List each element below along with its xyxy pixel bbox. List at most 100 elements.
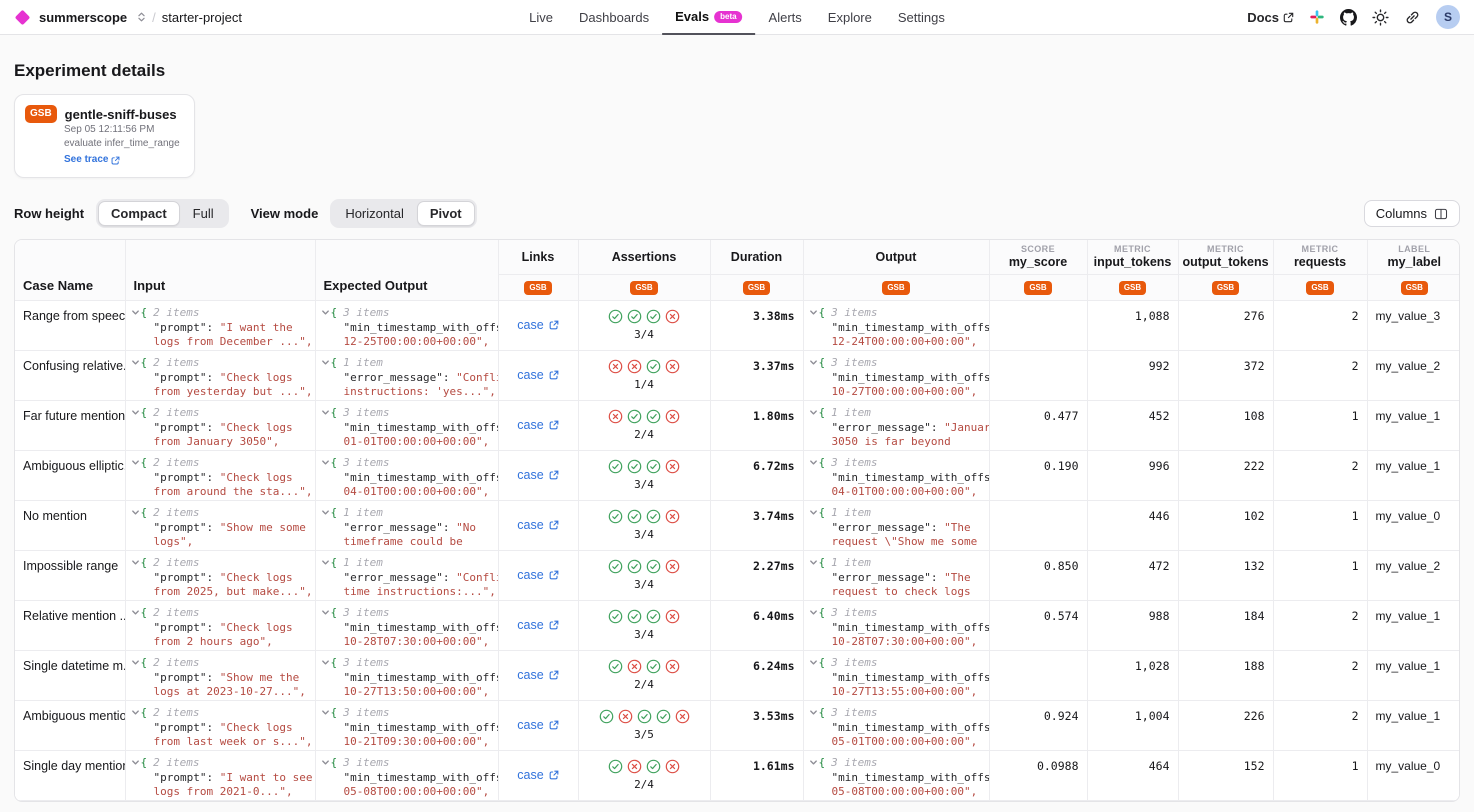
- case-trace-link[interactable]: case: [517, 718, 558, 732]
- json-line: 10-21T09:30:00+00:00",: [344, 735, 498, 749]
- case-trace-link[interactable]: case: [517, 568, 558, 582]
- expand-chevron-icon[interactable]: [809, 308, 819, 317]
- slack-icon[interactable]: [1309, 9, 1325, 25]
- input-cell: {2 items"prompt": "Show me thelogs at 20…: [125, 650, 315, 700]
- expand-chevron-icon[interactable]: [321, 708, 331, 717]
- results-table: Case Name Input Expected Output Links As…: [15, 240, 1460, 801]
- expand-chevron-icon[interactable]: [131, 708, 141, 717]
- expand-chevron-icon[interactable]: [809, 608, 819, 617]
- experiment-chip[interactable]: GSB: [1306, 281, 1333, 295]
- expand-chevron-icon[interactable]: [131, 758, 141, 767]
- badge-cell-my-score: GSB: [989, 274, 1087, 300]
- json-line: 10-28T07:30:00+00:00",: [344, 635, 498, 649]
- case-trace-link[interactable]: case: [517, 668, 558, 682]
- expand-chevron-icon[interactable]: [809, 408, 819, 417]
- json-line: 12-25T00:00:00+00:00",: [344, 335, 498, 349]
- case-trace-link[interactable]: case: [517, 318, 558, 332]
- json-open-brace: {: [331, 306, 338, 320]
- view-mode-option-pivot[interactable]: Pivot: [417, 201, 475, 226]
- nav-tab-alerts[interactable]: Alerts: [756, 0, 815, 35]
- nav-tab-evals[interactable]: Evals beta: [662, 0, 755, 35]
- expand-chevron-icon[interactable]: [131, 358, 141, 367]
- expand-chevron-icon[interactable]: [131, 558, 141, 567]
- json-open-brace: {: [819, 556, 826, 570]
- duration-cell: 6.72ms: [710, 450, 803, 500]
- nav-tab-dashboards[interactable]: Dashboards: [566, 0, 662, 35]
- case-trace-link[interactable]: case: [517, 618, 558, 632]
- json-line: "min_timestamp_with_offset":: [832, 471, 989, 485]
- row-height-option-full[interactable]: Full: [180, 201, 227, 226]
- badge-cell-requests: GSB: [1273, 274, 1367, 300]
- experiment-task: evaluate infer_time_range: [64, 137, 180, 151]
- experiment-chip[interactable]: GSB: [524, 281, 551, 295]
- expand-chevron-icon[interactable]: [321, 658, 331, 667]
- experiment-chip[interactable]: GSB: [1119, 281, 1146, 295]
- assertions-cell: 2/4: [578, 400, 710, 450]
- case-trace-link[interactable]: case: [517, 368, 558, 382]
- experiment-chip[interactable]: GSB: [743, 281, 770, 295]
- json-line: "prompt": "I want the: [154, 321, 315, 335]
- expand-chevron-icon[interactable]: [321, 558, 331, 567]
- expand-chevron-icon[interactable]: [321, 758, 331, 767]
- case-trace-link[interactable]: case: [517, 768, 558, 782]
- input-cell: {2 items"prompt": "Show me somelogs",: [125, 500, 315, 550]
- assertion-pass-icon: [599, 709, 614, 724]
- case-link-label: case: [517, 418, 543, 432]
- expand-chevron-icon[interactable]: [131, 458, 141, 467]
- breadcrumb-project[interactable]: starter-project: [162, 10, 242, 25]
- requests-cell: 1: [1273, 500, 1367, 550]
- nav-tab-live[interactable]: Live: [516, 0, 566, 35]
- columns-button[interactable]: Columns: [1364, 200, 1460, 227]
- user-avatar[interactable]: S: [1436, 5, 1460, 29]
- theme-toggle-sun-icon[interactable]: [1372, 9, 1389, 26]
- expand-chevron-icon[interactable]: [321, 408, 331, 417]
- share-link-icon[interactable]: [1404, 9, 1421, 26]
- expand-chevron-icon[interactable]: [809, 708, 819, 717]
- github-icon[interactable]: [1340, 9, 1357, 26]
- expand-chevron-icon[interactable]: [809, 758, 819, 767]
- experiment-chip[interactable]: GSB: [882, 281, 909, 295]
- expand-chevron-icon[interactable]: [131, 658, 141, 667]
- expand-chevron-icon[interactable]: [321, 308, 331, 317]
- expand-chevron-icon[interactable]: [131, 408, 141, 417]
- expected-output-json-viewer: {3 items"min_timestamp_with_offset":04-0…: [316, 451, 498, 499]
- expand-chevron-icon[interactable]: [809, 658, 819, 667]
- experiment-chip[interactable]: GSB: [1401, 281, 1428, 295]
- expand-chevron-icon[interactable]: [321, 508, 331, 517]
- expand-chevron-icon[interactable]: [809, 508, 819, 517]
- expand-chevron-icon[interactable]: [321, 358, 331, 367]
- expand-chevron-icon[interactable]: [321, 608, 331, 617]
- expand-chevron-icon[interactable]: [321, 458, 331, 467]
- experiment-chip[interactable]: GSB: [630, 281, 657, 295]
- nav-tab-settings[interactable]: Settings: [885, 0, 958, 35]
- expand-chevron-icon[interactable]: [809, 558, 819, 567]
- case-trace-link[interactable]: case: [517, 418, 558, 432]
- docs-link[interactable]: Docs: [1247, 10, 1294, 25]
- case-trace-link[interactable]: case: [517, 518, 558, 532]
- json-open-brace: {: [819, 706, 826, 720]
- assertion-pass-icon: [646, 559, 661, 574]
- experiment-badge: GSB: [25, 105, 57, 123]
- expand-chevron-icon[interactable]: [131, 608, 141, 617]
- json-line: "error_message": "January: [832, 421, 989, 435]
- case-trace-link[interactable]: case: [517, 468, 558, 482]
- expand-chevron-icon[interactable]: [809, 458, 819, 467]
- expand-chevron-icon[interactable]: [131, 308, 141, 317]
- json-line: "min_timestamp_with_offset":: [832, 721, 989, 735]
- experiment-chip[interactable]: GSB: [1212, 281, 1239, 295]
- expand-chevron-icon[interactable]: [809, 358, 819, 367]
- row-height-option-compact[interactable]: Compact: [98, 201, 180, 226]
- see-trace-link[interactable]: See trace: [64, 153, 120, 167]
- badge-cell-links: GSB: [498, 274, 578, 300]
- input-cell: {2 items"prompt": "Check logsfrom last w…: [125, 700, 315, 750]
- org-switcher[interactable]: summerscope: [14, 10, 146, 25]
- experiment-chip[interactable]: GSB: [1024, 281, 1051, 295]
- view-mode-option-horizontal[interactable]: Horizontal: [332, 201, 417, 226]
- json-open-brace: {: [141, 556, 148, 570]
- column-header-requests: METRIC requests: [1273, 240, 1367, 274]
- expand-chevron-icon[interactable]: [131, 508, 141, 517]
- nav-tab-explore[interactable]: Explore: [815, 0, 885, 35]
- assertion-fail-icon: [627, 359, 642, 374]
- org-selector-chevrons-icon[interactable]: [137, 11, 146, 23]
- my-score-cell: [989, 650, 1087, 700]
